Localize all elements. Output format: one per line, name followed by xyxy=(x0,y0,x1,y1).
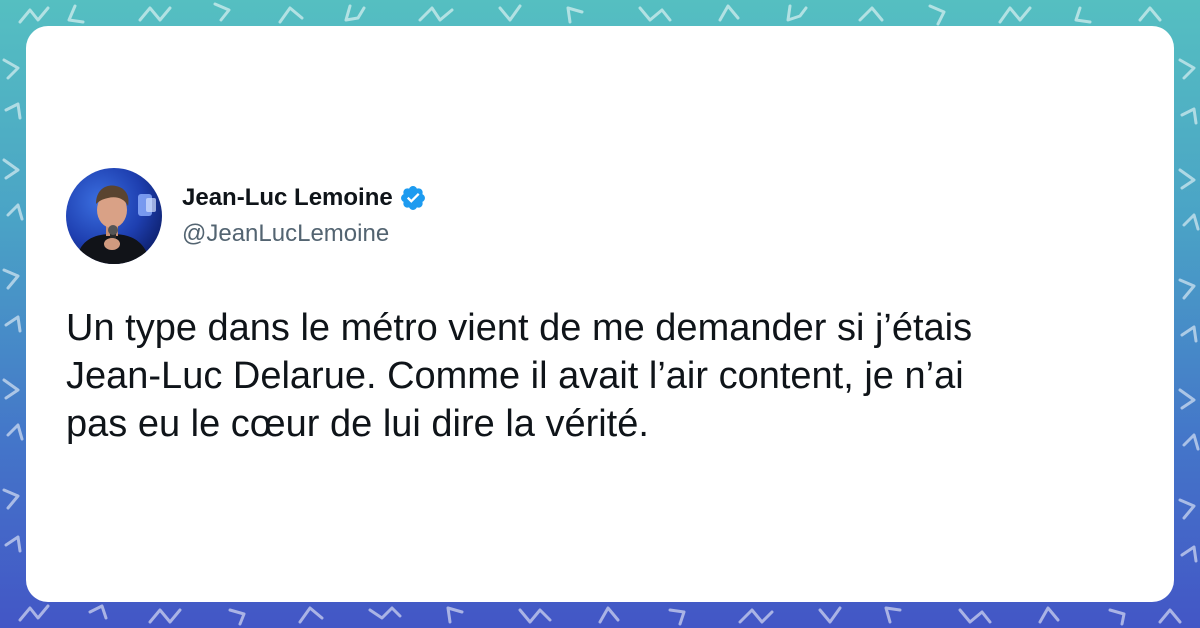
tweet-line: pas eu le cœur de lui dire la vérité. xyxy=(66,403,649,445)
tweet-line: Jean-Luc Delarue. Comme il avait l’air c… xyxy=(66,355,964,397)
author-name[interactable]: Jean-Luc Lemoine xyxy=(182,184,393,212)
author-row: Jean-Luc Lemoine xyxy=(182,181,427,215)
author-handle[interactable]: @JeanLucLemoine xyxy=(182,220,389,248)
tweet-line: Un type dans le métro vient de me demand… xyxy=(66,307,973,349)
tweet-text: Un type dans le métro vient de me demand… xyxy=(66,304,1146,448)
avatar[interactable] xyxy=(66,168,162,264)
tweet-card: Jean-Luc Lemoine @JeanLucLemoine Un type… xyxy=(26,26,1174,602)
verified-badge-icon xyxy=(399,184,427,212)
profile-photo xyxy=(66,168,162,264)
